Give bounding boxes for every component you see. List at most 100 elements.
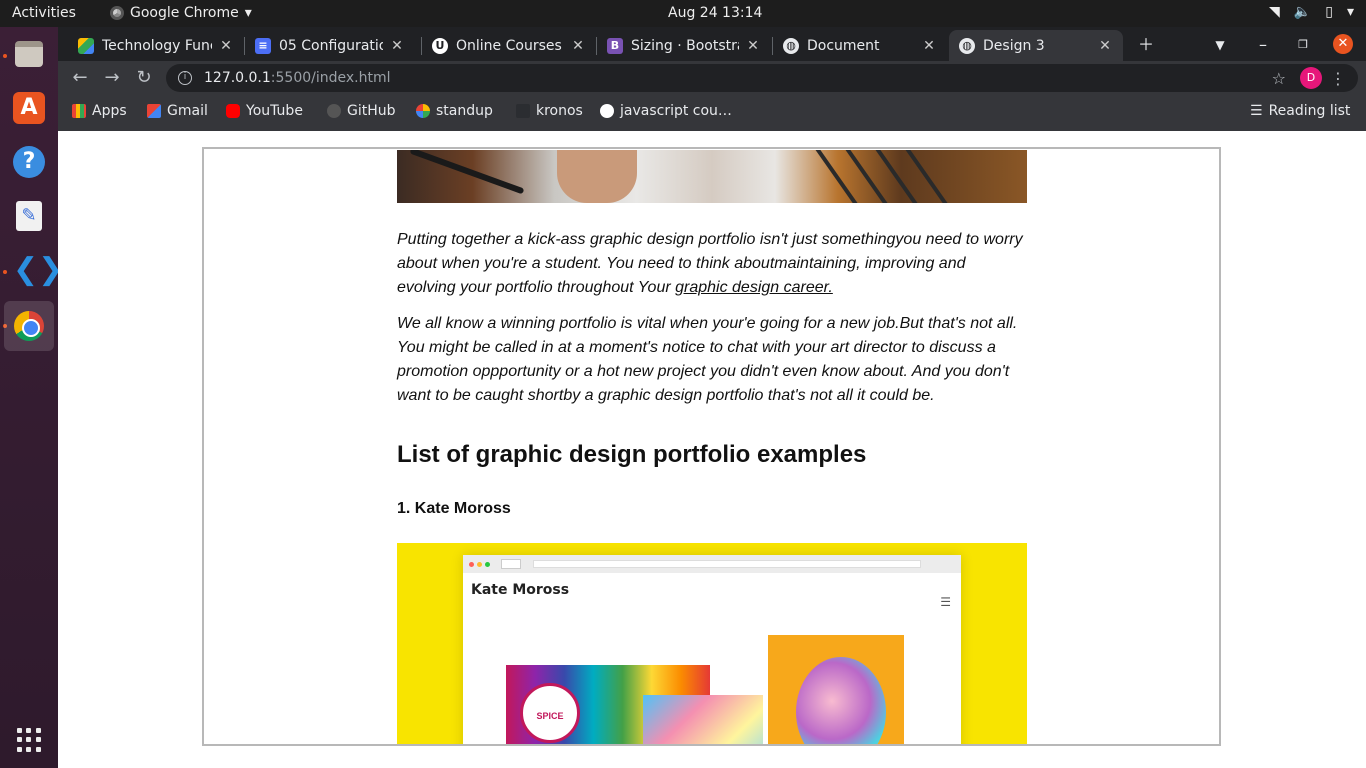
- reading-list-icon: ☰: [1250, 103, 1263, 119]
- standup-icon: [416, 104, 430, 118]
- system-tray[interactable]: ◥ 🔈 ▯ ▾: [1269, 4, 1354, 20]
- tab-title: Design 3: [983, 37, 1045, 54]
- bookmark-github[interactable]: GitHub: [327, 103, 396, 119]
- chrome-icon: [14, 311, 44, 341]
- reload-button[interactable]: ↻: [132, 66, 156, 90]
- dock-chrome[interactable]: [4, 301, 54, 351]
- bookmark-kronos[interactable]: kronos: [516, 103, 583, 119]
- udemy-icon: [600, 104, 614, 118]
- dock-text-editor[interactable]: ✎: [4, 191, 54, 241]
- bookmark-label: Apps: [92, 103, 127, 119]
- hamburger-menu-icon: ☰: [940, 595, 951, 609]
- tab-title: Technology Func: [102, 37, 212, 54]
- bookmarks-bar: Apps Gmail YouTube GitHub standup kronos…: [58, 95, 1366, 131]
- close-icon[interactable]: ✕: [389, 38, 405, 54]
- dock: A ? ✎ ❮❯: [0, 27, 63, 768]
- site-info-icon[interactable]: i: [178, 71, 192, 85]
- close-icon[interactable]: ✕: [745, 38, 761, 54]
- chevron-down-icon: ▾: [244, 5, 252, 21]
- show-applications[interactable]: [4, 715, 54, 765]
- tab-title: Online Courses -: [456, 37, 564, 54]
- mockup-browser-window: Kate Moross ☰ SPICE WORLD: [463, 555, 961, 744]
- chrome-icon: [110, 6, 124, 20]
- profile-avatar[interactable]: D: [1300, 67, 1322, 89]
- new-tab-button[interactable]: ＋: [1133, 32, 1159, 58]
- bookmark-gmail[interactable]: Gmail: [147, 103, 208, 119]
- dock-software[interactable]: A: [4, 83, 54, 133]
- bookmark-javascript-course[interactable]: javascript cou…: [600, 103, 732, 119]
- tab-title: Document: [807, 37, 880, 54]
- back-button[interactable]: ←: [68, 66, 92, 90]
- globe-icon: ◍: [959, 37, 975, 54]
- example-heading: 1. Kate Moross: [397, 500, 511, 517]
- bookmark-label: javascript cou…: [620, 103, 732, 119]
- graphic-design-career-link[interactable]: graphic design career.: [675, 279, 833, 296]
- youtube-icon: [226, 104, 240, 118]
- mockup-site-title: Kate Moross: [471, 582, 570, 598]
- tab-title: Sizing · Bootstra: [631, 37, 739, 54]
- second-paragraph: We all know a winning portfolio is vital…: [397, 315, 1018, 404]
- apps-grid-icon: [17, 728, 41, 752]
- tab-design-3[interactable]: ◍ Design 3 ✕: [949, 30, 1123, 61]
- dock-vscode[interactable]: ❮❯: [4, 245, 63, 295]
- tab-online-courses[interactable]: U Online Courses - ✕: [422, 30, 596, 61]
- url-text[interactable]: 127.0.0.1:5500/index.html: [204, 70, 391, 86]
- activities-button[interactable]: Activities: [12, 5, 76, 21]
- mockup-artwork-portrait: [768, 635, 904, 744]
- bookmark-label: standup: [436, 103, 493, 119]
- kebab-menu-icon[interactable]: ⋮: [1330, 69, 1346, 88]
- section-heading: List of graphic design portfolio example…: [397, 441, 867, 468]
- bookmark-label: kronos: [536, 103, 583, 119]
- close-icon[interactable]: ✕: [1097, 38, 1113, 54]
- bookmark-standup[interactable]: standup: [416, 103, 493, 119]
- address-bar[interactable]: i 127.0.0.1:5500/index.html ☆ D ⋮: [166, 64, 1358, 92]
- bookmark-label: GitHub: [347, 103, 396, 119]
- wifi-icon: ◥: [1269, 4, 1280, 20]
- github-icon: [327, 104, 341, 118]
- page-viewport: Putting together a kick-ass graphic desi…: [58, 131, 1366, 768]
- app-menu[interactable]: Google Chrome ▾: [110, 5, 252, 21]
- mockup-artwork-mural: [643, 695, 763, 744]
- url-path: :5500/index.html: [270, 70, 391, 86]
- bookmark-star-icon[interactable]: ☆: [1272, 69, 1286, 88]
- dock-files[interactable]: [4, 29, 54, 79]
- help-icon: ?: [13, 146, 45, 178]
- tab-bootstrap-sizing[interactable]: B Sizing · Bootstra ✕: [597, 30, 771, 61]
- tab-configuration[interactable]: ≡ 05 Configuratior ✕: [245, 30, 415, 61]
- close-icon[interactable]: ✕: [570, 38, 586, 54]
- tab-search-button[interactable]: ▼: [1207, 32, 1233, 58]
- hero-image: [397, 150, 1027, 203]
- battery-icon: ▯: [1325, 4, 1333, 20]
- udemy-icon: U: [432, 37, 448, 54]
- reading-list-button[interactable]: ☰ Reading list: [1250, 103, 1350, 119]
- chevron-down-icon: ▾: [1346, 4, 1354, 20]
- text-editor-icon: ✎: [16, 201, 42, 231]
- forward-button[interactable]: →: [100, 66, 124, 90]
- globe-icon: ◍: [783, 37, 799, 54]
- dock-help[interactable]: ?: [4, 137, 54, 187]
- apps-grid-icon: [72, 104, 86, 118]
- intro-paragraph: Putting together a kick-ass graphic desi…: [397, 228, 1027, 300]
- tab-technology[interactable]: Technology Func ✕: [68, 30, 244, 61]
- minimize-button[interactable]: –: [1250, 32, 1276, 58]
- url-host: 127.0.0.1: [204, 70, 271, 86]
- app-menu-label: Google Chrome: [130, 5, 239, 21]
- bookmark-youtube[interactable]: YouTube: [226, 103, 303, 119]
- close-icon[interactable]: ✕: [921, 38, 937, 54]
- google-docs-icon: ≡: [255, 37, 271, 54]
- close-window-button[interactable]: ✕: [1333, 34, 1353, 54]
- browser-toolbar: ← → ↻ i 127.0.0.1:5500/index.html ☆ D ⋮: [58, 61, 1366, 95]
- close-icon[interactable]: ✕: [218, 38, 234, 54]
- bookmark-label: YouTube: [246, 103, 303, 119]
- restore-button[interactable]: ❐: [1290, 32, 1316, 58]
- bookmark-label: Gmail: [167, 103, 208, 119]
- bootstrap-icon: B: [607, 37, 623, 54]
- bookmark-apps[interactable]: Apps: [72, 103, 127, 119]
- gmail-icon: [147, 104, 161, 118]
- tab-strip: Technology Func ✕ ≡ 05 Configuratior ✕ U…: [58, 27, 1366, 61]
- tab-document[interactable]: ◍ Document ✕: [773, 30, 947, 61]
- clock[interactable]: Aug 24 13:14: [668, 5, 762, 21]
- software-store-icon: A: [13, 92, 45, 124]
- volume-icon: 🔈: [1293, 4, 1312, 20]
- reading-list-label: Reading list: [1268, 103, 1351, 119]
